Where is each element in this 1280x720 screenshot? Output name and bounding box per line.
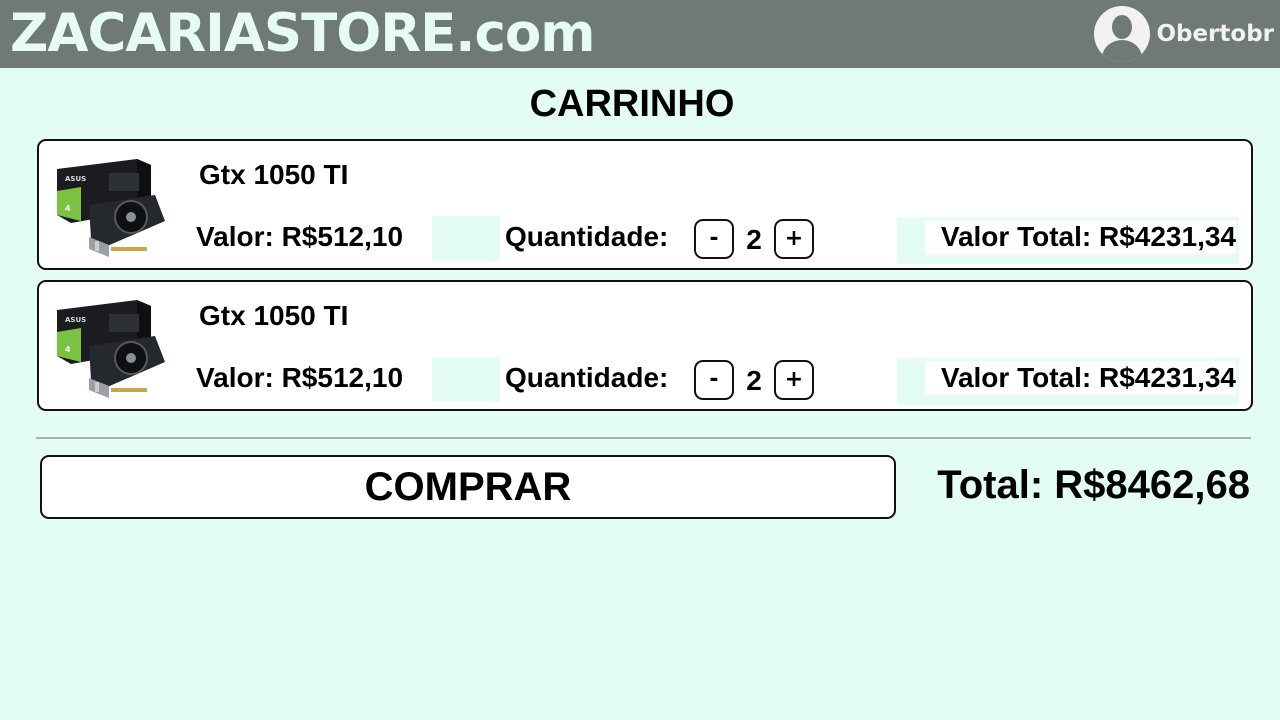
line-total: Valor Total: R$4231,34 <box>897 358 1239 405</box>
section-divider <box>36 437 1251 439</box>
decrement-quantity-button[interactable]: - <box>694 219 734 259</box>
cart-item: ASUS 4 Gtx 1050 TI Valor: R$512,10 Quant… <box>37 139 1253 270</box>
buy-button[interactable]: COMPRAR <box>40 455 896 519</box>
line-total: Valor Total: R$4231,34 <box>897 217 1239 264</box>
user-avatar-icon[interactable] <box>1094 6 1151 62</box>
product-name[interactable]: Gtx 1050 TI <box>199 158 348 192</box>
graphics-card-image: ASUS 4 <box>57 300 165 398</box>
increment-quantity-button[interactable]: + <box>774 219 814 259</box>
unit-price: Valor: R$512,10 <box>196 221 404 252</box>
cart-item: ASUS 4 Gtx 1050 TI Valor: R$512,10 Quant… <box>37 280 1253 411</box>
username-label[interactable]: Obertobr <box>1156 21 1274 47</box>
quantity-value: 2 <box>746 224 762 255</box>
svg-text:ASUS: ASUS <box>65 175 86 183</box>
product-name[interactable]: Gtx 1050 TI <box>199 299 348 333</box>
spacer <box>432 216 500 261</box>
quantity-label: Quantidade: <box>505 362 669 393</box>
page-title: CARRINHO <box>529 83 735 125</box>
spacer <box>432 357 500 402</box>
svg-text:4: 4 <box>65 345 71 354</box>
graphics-card-image: ASUS 4 <box>57 159 165 257</box>
decrement-quantity-button[interactable]: - <box>694 360 734 400</box>
line-total-label: Valor Total: R$4231,34 <box>924 220 1236 254</box>
grand-total: Total: R$8462,68 <box>937 463 1250 507</box>
line-total-label: Valor Total: R$4231,34 <box>924 361 1236 395</box>
top-bar: ZACARIASTORE.com Obertobr <box>0 0 1280 68</box>
increment-quantity-button[interactable]: + <box>774 360 814 400</box>
brand-logo-link[interactable]: ZACARIASTORE.com <box>10 2 595 66</box>
svg-text:ASUS: ASUS <box>65 316 86 324</box>
quantity-label: Quantidade: <box>505 221 669 252</box>
unit-price: Valor: R$512,10 <box>196 362 404 393</box>
svg-text:4: 4 <box>65 204 71 213</box>
quantity-value: 2 <box>746 365 762 396</box>
user-menu[interactable]: Obertobr <box>1094 6 1274 62</box>
